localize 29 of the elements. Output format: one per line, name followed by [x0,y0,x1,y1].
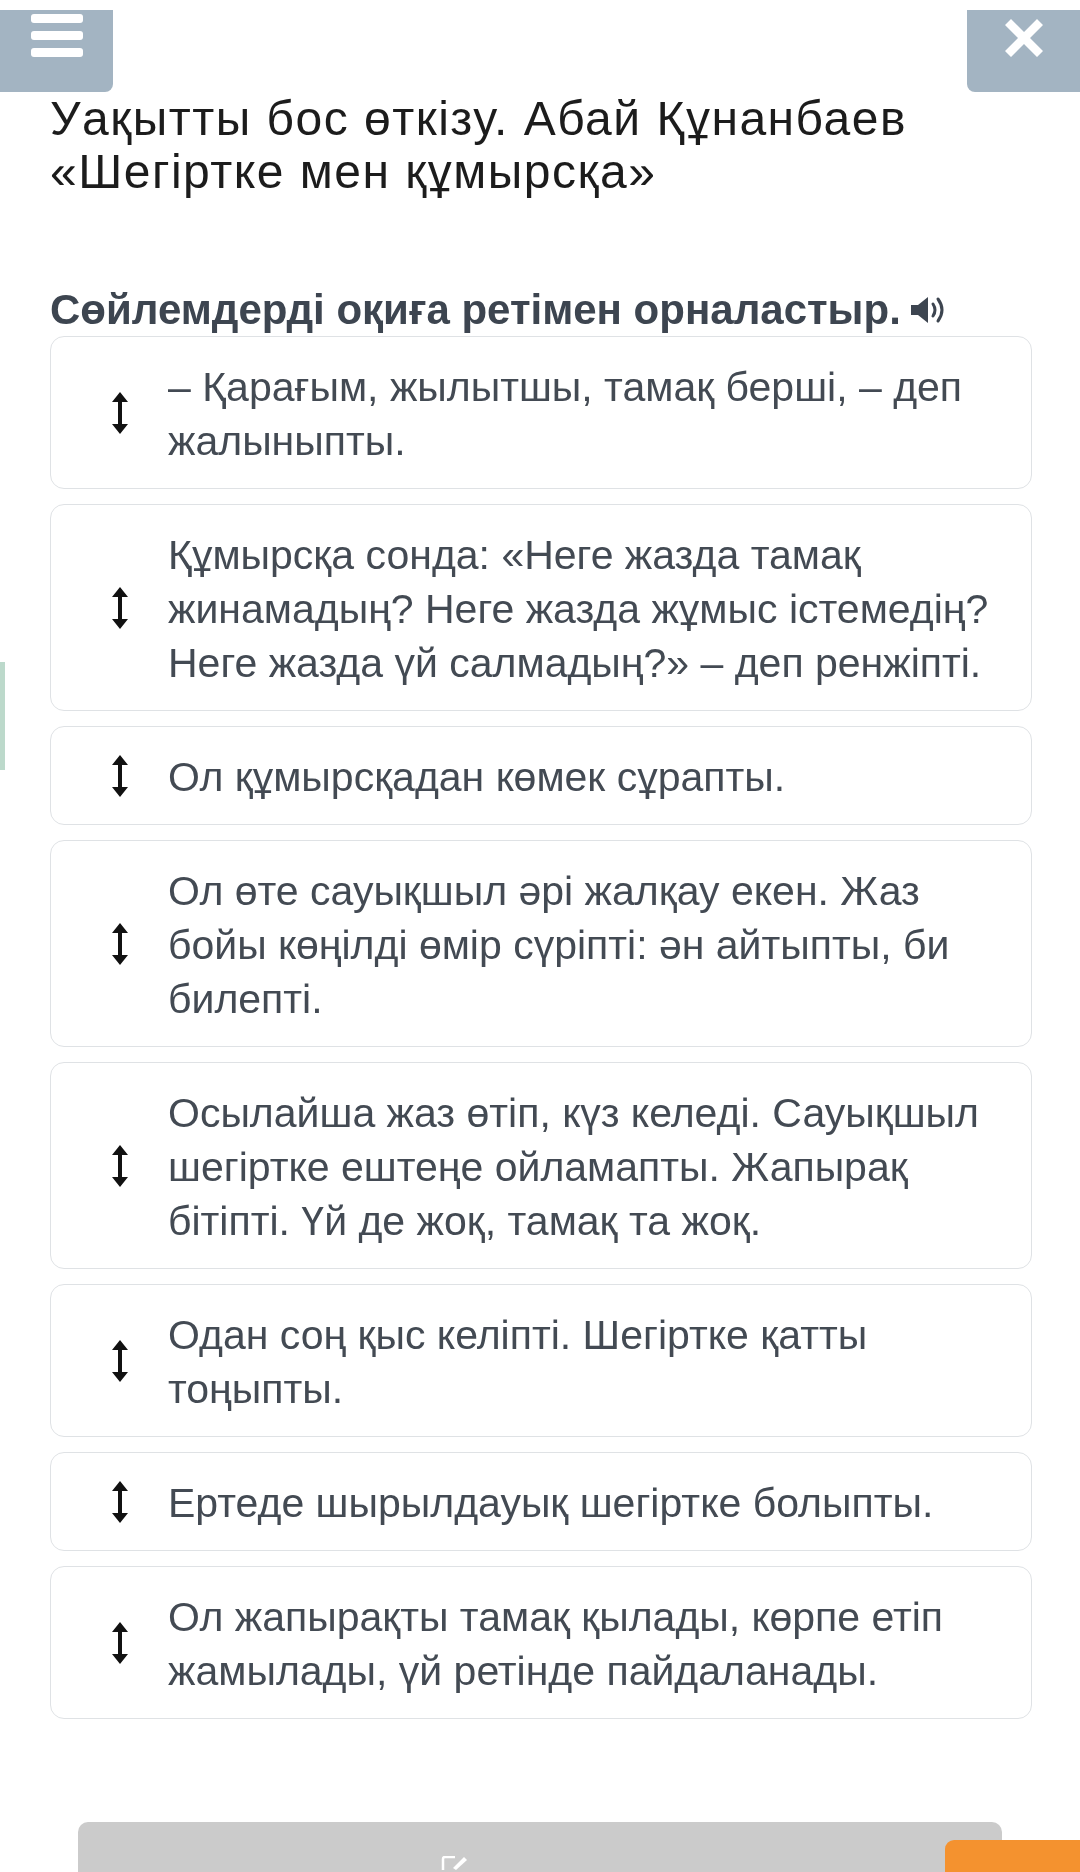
sentence-text: Құмырсқа сонда: «Неге жазда тамақ жинамадың? Неге жазда жұмыс істемедің? Неге жазда үй салмадың?» – деп ренжіпті. [168,531,990,688]
sentence-card[interactable]: Ол өте сауықшыл әрі жалқау екен. Жаз бойы көңілді өмір сүріпті: ән айтыпты, би билепті. [50,840,1032,1047]
sentence-text: Одан соң қыс келіпті. Шегіртке қатты тоңыпты. [168,1311,869,1414]
menu-icon [31,14,83,57]
up-down-arrow-icon[interactable] [112,1480,128,1523]
sentence-text: Ертеде шырылдауық шегіртке болыпты. [168,1479,935,1528]
sentence-card[interactable]: Осылайша жаз өтіп, күз келеді. Сауықшыл шегіртке ештеңе ойламапты. Жапырақ бітіпті. Үй де жоқ, тамақ та жоқ. [50,1062,1032,1269]
up-down-arrow-icon[interactable] [112,391,128,434]
sentence-text: Ол өте сауықшыл әрі жалқау екен. Жаз бойы көңілді өмір сүріпті: ән айтыпты, би билепті. [168,867,951,1024]
up-down-arrow-icon[interactable] [112,1144,128,1187]
sentence-text: – Қарағым, жылытшы, тамақ берші, – деп жалыныпты. [168,363,964,466]
up-down-arrow-icon[interactable] [112,1621,128,1664]
sentence-text: Ол жапырақты тамақ қылады, көрпе етіп жамылады, үй ретінде пайдаланады. [168,1593,945,1696]
sentence-card[interactable]: Ол жапырақты тамақ қылады, көрпе етіп жамылады, үй ретінде пайдаланады. [50,1566,1032,1719]
sentence-card[interactable]: – Қарағым, жылытшы, тамақ берші, – деп жалыныпты. [50,336,1032,489]
sentence-text: Ол құмырсқадан көмек сұрапты. [168,753,787,802]
up-down-arrow-icon[interactable] [112,922,128,965]
sentence-card[interactable]: Ертеде шырылдауық шегіртке болыпты. [50,1452,1032,1551]
sentence-card[interactable]: Одан соң қыс келіпті. Шегіртке қатты тоңыпты. [50,1284,1032,1437]
pencil-icon [441,1856,467,1870]
instruction-text: Сөйлемдерді оқиға ретімен орналастыр. [50,288,901,332]
up-down-arrow-icon[interactable] [112,754,128,797]
up-down-arrow-icon[interactable] [112,586,128,629]
up-down-arrow-icon[interactable] [112,1339,128,1382]
close-icon [1005,19,1043,57]
sentence-card[interactable]: Құмырсқа сонда: «Неге жазда тамақ жинамадың? Неге жазда жұмыс істемедің? Неге жазда үй салмадың?» – деп ренжіпті. [50,504,1032,711]
page-title: Уақытты бос өткізу. Абай Құнанбаев «Шегіртке мен құмырсқа» [50,92,908,198]
sentence-text: Осылайша жаз өтіп, күз келеді. Сауықшыл шегіртке ештеңе ойламапты. Жапырақ бітіпті. Үй де жоқ, тамақ та жоқ. [168,1089,980,1246]
sentence-card[interactable]: Ол құмырсқадан көмек сұрапты. [50,726,1032,825]
